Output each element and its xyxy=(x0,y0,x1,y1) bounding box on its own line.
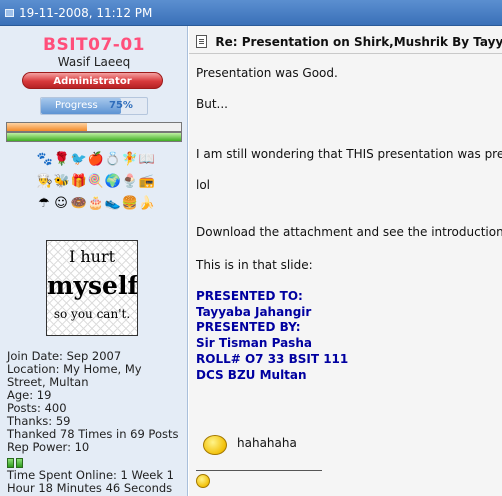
bird-icon[interactable]: 🐦 xyxy=(71,152,87,167)
award-icon-row: 🐾 🌹 🐦 🍎 💍 🧚 📖 xyxy=(25,148,165,170)
progress-value: 75% xyxy=(109,100,133,111)
avatar-text-line-3: so you can't. xyxy=(53,307,131,321)
gift-icon[interactable]: 🎁 xyxy=(71,174,87,189)
rep-pip xyxy=(7,458,14,468)
rep-pip xyxy=(16,458,23,468)
document-icon xyxy=(196,35,207,49)
post-icon xyxy=(5,9,14,17)
post-header: 19-11-2008, 11:12 PM xyxy=(0,0,502,26)
slide-line: Tayyaba Jahangir xyxy=(196,305,312,319)
burger-icon[interactable]: 🍔 xyxy=(122,196,138,211)
post-line: But... xyxy=(196,97,228,111)
award-icon-row: ☂ ☺ 🍩 🎂 👟 🍔 🍌 xyxy=(25,192,165,214)
level-bar-orange xyxy=(6,122,182,132)
avatar[interactable]: I hurt myself so you can't. xyxy=(46,240,138,336)
cake-icon[interactable]: 🎂 xyxy=(88,196,104,211)
level-bar-orange-fill xyxy=(7,123,88,131)
radio-icon[interactable]: 📻 xyxy=(139,174,155,189)
rep-power: Rep Power: 10 xyxy=(7,440,90,454)
signature-separator xyxy=(196,470,322,471)
shoes-icon[interactable]: 👟 xyxy=(105,196,121,211)
smiley-icon xyxy=(196,474,210,488)
candy-icon[interactable]: 🍭 xyxy=(88,174,104,189)
rank-badge: Administrator xyxy=(22,72,163,89)
post-title: Re: Presentation on Shirk,Mushrik By Tay… xyxy=(215,34,502,49)
time-online: Time Spent Online: 1 Week 1 Hour 18 Minu… xyxy=(7,469,187,495)
username-link[interactable]: BSIT07-01 xyxy=(0,35,188,55)
chef-icon[interactable]: 👨‍🍳 xyxy=(37,174,53,189)
progress-label: Progress xyxy=(55,100,98,111)
paw-icon[interactable]: 🐾 xyxy=(37,152,53,167)
slide-line: ROLL# O7 33 BSIT 111 xyxy=(196,352,349,366)
flower-icon[interactable]: 🌹 xyxy=(54,152,70,167)
level-bar-green xyxy=(6,132,182,142)
reputation-pips[interactable] xyxy=(7,458,23,468)
title-separator xyxy=(189,53,502,54)
globe-icon[interactable]: 🌍 xyxy=(105,174,121,189)
post-line: lol xyxy=(196,178,211,192)
user-real-name: Wasif Laeeq xyxy=(57,55,131,69)
slide-line: PRESENTED TO: xyxy=(196,289,303,303)
donut-icon[interactable]: 🍩 xyxy=(71,196,87,211)
avatar-text-line-2: myself xyxy=(47,271,138,300)
sundae-icon[interactable]: 🍨 xyxy=(122,174,138,189)
time-online-line-2: Hour 18 Minutes 46 Seconds xyxy=(7,481,173,495)
slide-line: PRESENTED BY: xyxy=(196,320,301,334)
bee-icon[interactable]: 🐝 xyxy=(54,174,70,189)
ring-icon[interactable]: 💍 xyxy=(105,152,121,167)
progress-bar: Progress 75% xyxy=(40,97,148,115)
user-info: Join Date: Sep 2007 Location: My Home, M… xyxy=(7,350,187,454)
post-line: I am still wondering that THIS presentat… xyxy=(196,147,502,161)
umbrella-icon[interactable]: ☂ xyxy=(37,196,52,211)
book-icon[interactable]: 📖 xyxy=(139,152,155,167)
smiley-icon[interactable]: ☺ xyxy=(54,196,69,211)
slide-line: DCS BZU Multan xyxy=(196,368,307,382)
post-line: Download the attachment and see the intr… xyxy=(196,225,502,239)
post-title-row: Re: Presentation on Shirk,Mushrik By Tay… xyxy=(196,34,502,49)
post-line: This is in that slide: xyxy=(196,258,313,272)
apple-icon[interactable]: 🍎 xyxy=(88,152,104,167)
post-content: Re: Presentation on Shirk,Mushrik By Tay… xyxy=(189,26,502,496)
avatar-text-line-1: I hurt xyxy=(68,247,116,266)
award-icons: 🐾 🌹 🐦 🍎 💍 🧚 📖 👨‍🍳 🐝 🎁 🍭 🌍 🍨 📻 ☂ ☺ 🍩 🎂 👟 🍔 🍌 xyxy=(25,148,165,214)
slide-line: Sir Tisman Pasha xyxy=(196,336,312,350)
laughing-smiley-icon xyxy=(203,435,227,455)
laugh-text: hahahaha xyxy=(237,436,297,450)
award-icon-row: 👨‍🍳 🐝 🎁 🍭 🌍 🍨 📻 xyxy=(25,170,165,192)
fairy-icon[interactable]: 🧚 xyxy=(122,152,138,167)
post-date: 19-11-2008, 11:12 PM xyxy=(19,6,153,20)
post-line: Presentation was Good. xyxy=(196,66,338,80)
banana-icon[interactable]: 🍌 xyxy=(139,196,155,211)
level-bar-green-fill xyxy=(7,133,181,141)
user-sidebar: BSIT07-01 Wasif Laeeq Administrator Prog… xyxy=(0,26,188,496)
